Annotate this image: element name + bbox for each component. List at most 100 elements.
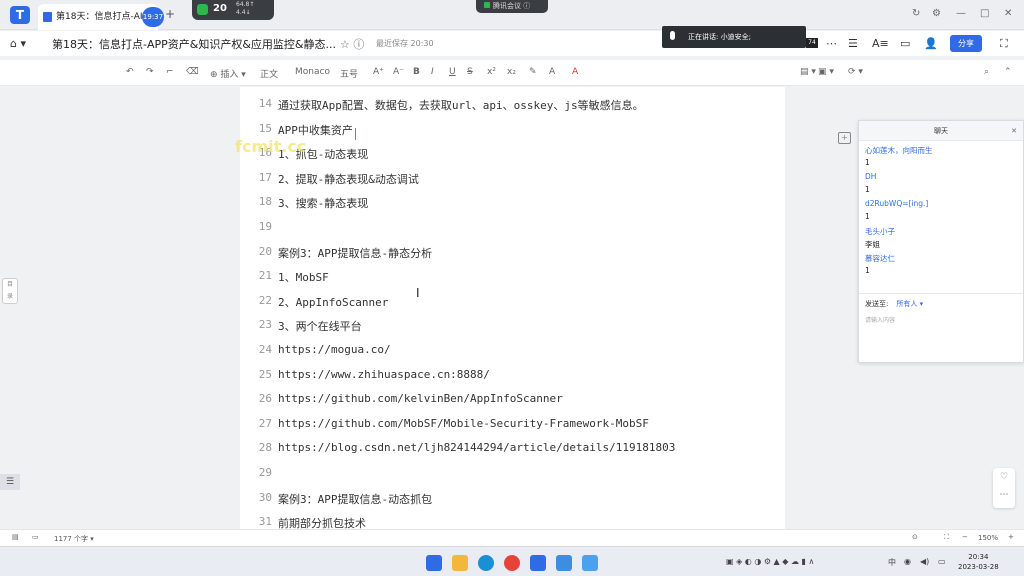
layout-menu[interactable]: ▤ ▾ [800, 67, 816, 77]
insert-menu[interactable]: ⊕ 插入 ▾ [210, 67, 246, 80]
format-painter-icon[interactable]: ⌐ [166, 67, 174, 77]
edge-icon[interactable] [478, 555, 494, 571]
file-explorer-icon[interactable] [452, 555, 468, 571]
line-text[interactable]: 1、MobSF [278, 269, 329, 285]
add-user-icon[interactable]: 👤 [924, 37, 938, 50]
home-icon[interactable]: ⌂ ▾ [10, 37, 26, 50]
strikethrough-icon[interactable]: S [467, 67, 473, 77]
meeting-indicator[interactable]: 腾讯会议 ⓘ [476, 0, 548, 13]
collapse-toolbar-icon[interactable]: ⌃ [1004, 67, 1012, 77]
battery-icon[interactable]: ▭ [938, 557, 946, 566]
document-page[interactable]: 14 通过获取App配置、数据包，去获取url、api、osskey、js等敏感信… [240, 87, 785, 530]
grow-font-icon[interactable]: A⁺ [373, 67, 384, 77]
chat-close-icon[interactable]: ✕ [1011, 121, 1017, 141]
close-icon[interactable]: ✕ [1004, 8, 1012, 19]
document-line[interactable]: 16 1、抓包-动态表现 [240, 146, 785, 170]
document-line[interactable]: 20 案例3：APP提取信息-静态分析 [240, 245, 785, 269]
line-text[interactable]: 2、AppInfoScanner [278, 294, 388, 310]
app-logo-icon[interactable]: T [10, 6, 30, 24]
refresh-icon[interactable]: ↻ [912, 8, 920, 19]
notepad-icon[interactable] [582, 555, 598, 571]
browser-tab[interactable]: 第18天：信息打点-AI 19:37 [38, 4, 164, 30]
line-text[interactable]: APP中收集资产 [278, 122, 353, 138]
document-title[interactable]: 第18天：信息打点-APP资产&知识产权&应用监控&静态... [52, 36, 336, 52]
minimize-icon[interactable]: — [956, 8, 966, 19]
document-line[interactable]: 24 https://mogua.co/ [240, 343, 785, 367]
line-text[interactable]: https://mogua.co/ [278, 343, 391, 356]
share-button[interactable]: 分享 [950, 35, 982, 52]
chat-input[interactable]: 请输入内容 [865, 315, 895, 324]
document-line[interactable]: 23 3、两个在线平台 [240, 318, 785, 342]
line-text[interactable]: 2、提取-静态表现&动态调试 [278, 171, 419, 187]
text-format-icon[interactable]: A≡ [872, 37, 889, 50]
expand-icon[interactable]: ⛶ [1000, 37, 1008, 51]
italic-icon[interactable]: I [431, 67, 434, 77]
text-color-icon[interactable]: A [549, 67, 555, 77]
line-text[interactable]: 3、两个在线平台 [278, 318, 362, 334]
highlight-icon[interactable]: ✎ [529, 67, 537, 77]
clock[interactable]: 20:34 2023-03-28 [958, 552, 999, 572]
print-layout-icon[interactable]: ▭ [32, 533, 39, 541]
start-icon[interactable] [426, 555, 442, 571]
document-line[interactable]: 25 https://www.zhihuaspace.cn:8888/ [240, 368, 785, 392]
floating-help-button[interactable]: ♡ ⋯ [993, 468, 1015, 508]
settings-icon[interactable]: ⚙ [932, 8, 941, 19]
line-text[interactable]: https://github.com/MobSF/Mobile-Security… [278, 417, 649, 430]
menu-icon[interactable]: ☰ [848, 37, 858, 50]
word-count[interactable]: 1177 个字 ▾ [54, 534, 94, 544]
search-icon[interactable]: ⌕ [984, 67, 989, 77]
document-line[interactable]: 22 2、AppInfoScanner [240, 294, 785, 318]
document-line[interactable]: 26 https://github.com/kelvinBen/AppInfoSc… [240, 392, 785, 416]
document-line[interactable]: 18 3、搜索-静态表现 [240, 195, 785, 219]
redo-icon[interactable]: ↷ [146, 67, 154, 77]
insert-image-menu[interactable]: ▣ ▾ [818, 67, 834, 77]
more-options-icon[interactable]: ⟳ ▾ [848, 67, 863, 77]
network-icon[interactable]: ◉ [904, 557, 911, 566]
maximize-icon[interactable]: □ [980, 8, 989, 19]
page-view-icon[interactable]: ▤ [12, 533, 19, 541]
line-text[interactable]: 案例3：APP提取信息-动态抓包 [278, 491, 432, 507]
document-line[interactable]: 29 [240, 466, 785, 490]
line-text[interactable]: 3、搜索-静态表现 [278, 195, 368, 211]
add-comment-icon[interactable]: + [838, 132, 851, 144]
line-text[interactable]: 通过获取App配置、数据包，去获取url、api、osskey、js等敏感信息。 [278, 97, 644, 113]
chrome-icon[interactable] [504, 555, 520, 571]
new-tab-icon[interactable]: + [165, 7, 175, 21]
undo-icon[interactable]: ↶ [126, 67, 134, 77]
document-line[interactable]: 19 [240, 220, 785, 244]
chat-panel[interactable]: 聊天 ✕ 心如莲木，向阳而生 1 DH 1 d2RubWQ=[ing.] 1 毛头小子 李姐 慕容… [858, 120, 1024, 363]
tencent-docs-icon[interactable] [530, 555, 546, 571]
play-icon[interactable]: ⊙ [912, 533, 918, 541]
document-line[interactable]: 17 2、提取-静态表现&动态调试 [240, 171, 785, 195]
superscript-icon[interactable]: x² [487, 67, 496, 77]
outline-toggle[interactable]: 目录 [2, 278, 18, 304]
document-line[interactable]: 21 1、MobSF [240, 269, 785, 293]
bold-icon[interactable]: B [413, 67, 420, 77]
zoom-level[interactable]: 150% [978, 534, 998, 542]
underline-icon[interactable]: U [449, 67, 456, 77]
star-icon[interactable]: ☆ ⓘ [340, 36, 364, 52]
line-text[interactable]: https://www.zhihuaspace.cn:8888/ [278, 368, 490, 381]
meeting-app-icon[interactable] [556, 555, 572, 571]
document-line[interactable]: 30 案例3：APP提取信息-动态抓包 [240, 491, 785, 515]
zoom-in-icon[interactable]: + [1008, 533, 1014, 541]
style-select[interactable]: 正文 [260, 67, 278, 80]
send-to-select[interactable]: 所有人 ▾ [896, 300, 923, 308]
shrink-font-icon[interactable]: A⁻ [393, 67, 404, 77]
more-icon[interactable]: ⋯ [826, 37, 837, 50]
line-text[interactable]: https://github.com/kelvinBen/AppInfoScan… [278, 392, 563, 405]
font-size-select[interactable]: 五号 [340, 67, 358, 80]
font-color-icon[interactable]: A [572, 67, 578, 77]
clear-format-icon[interactable]: ⌫ [186, 67, 199, 77]
ime-indicator[interactable]: 中 [888, 557, 896, 568]
document-line[interactable]: 27 https://github.com/MobSF/Mobile-Securi… [240, 417, 785, 441]
document-line[interactable]: 15 APP中收集资产 [240, 122, 785, 146]
fullscreen-icon[interactable]: ⛶ [944, 533, 949, 542]
line-text[interactable]: 案例3：APP提取信息-静态分析 [278, 245, 432, 261]
line-text[interactable]: https://blog.csdn.net/ljh824144294/artic… [278, 441, 675, 454]
document-line[interactable]: 14 通过获取App配置、数据包，去获取url、api、osskey、js等敏感信… [240, 97, 785, 121]
tray-icons[interactable]: ▣ ◈ ◐ ◑ ⚙ ▲ ◆ ☁ ▮ ∧ [726, 557, 814, 566]
zoom-out-icon[interactable]: − [962, 533, 968, 541]
volume-icon[interactable]: ◀) [920, 557, 929, 566]
list-toggle-icon[interactable]: ☰ [0, 474, 20, 490]
